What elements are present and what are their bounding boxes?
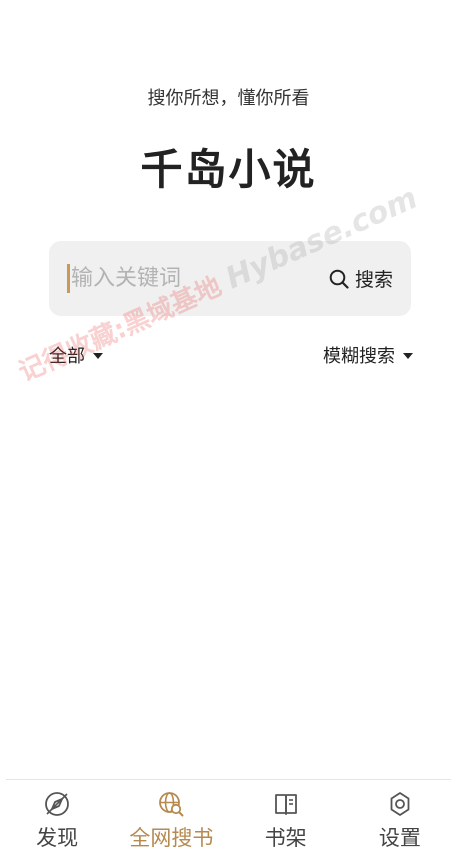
compass-icon [43,790,71,818]
chevron-down-icon [403,352,413,359]
scope-filter-label: 全部 [49,346,85,367]
tab-label: 设置 [378,826,421,850]
filter-row: 全部 模糊搜索 [49,340,413,370]
search-button[interactable]: 搜索 [329,241,393,316]
search-button-label: 搜索 [354,269,393,291]
tab-settings[interactable]: 设置 [343,780,457,860]
search-box[interactable]: 搜索 [49,241,411,316]
search-input[interactable] [71,241,301,316]
scope-filter-dropdown[interactable]: 全部 [49,342,103,368]
search-mode-dropdown[interactable]: 模糊搜索 [323,342,413,368]
tab-label: 发现 [36,826,79,850]
search-icon [329,269,349,289]
chevron-down-icon [93,352,103,359]
tab-bookshelf[interactable]: 书架 [229,780,343,860]
bottom-tab-bar: 发现 全网搜书 书架 设置 [0,780,457,860]
tab-search-books[interactable]: 全网搜书 [114,780,228,860]
app-title: 千岛小说 [140,145,317,194]
text-caret [67,264,70,293]
gear-icon [386,790,414,818]
tab-label: 书架 [264,826,307,850]
tab-discover[interactable]: 发现 [0,780,114,860]
globe-search-icon [157,790,185,818]
tab-label: 全网搜书 [129,826,214,850]
tagline: 搜你所想，懂你所看 [147,88,310,109]
book-icon [272,790,300,818]
search-mode-label: 模糊搜索 [323,346,395,367]
